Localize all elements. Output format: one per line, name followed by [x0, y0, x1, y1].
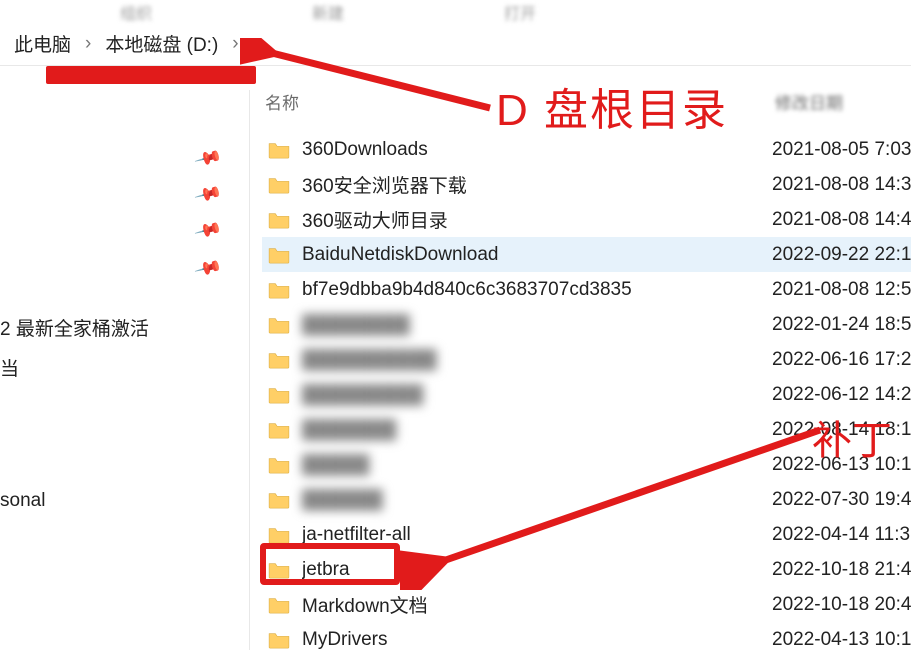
ribbon-group-open[interactable]: 打开	[504, 0, 536, 22]
file-date: 2022-04-14 11:3	[772, 524, 910, 546]
breadcrumb-drive-d[interactable]: 本地磁盘 (D:)	[97, 26, 226, 61]
file-date: 2022-09-22 22:1	[772, 244, 911, 266]
file-date: 2022-06-12 14:2	[772, 384, 911, 406]
pin-icon: 📌	[193, 254, 223, 283]
navigation-pane[interactable]: 📌 📌 📌 📌 2 最新全家桶激活 当 sonal	[0, 90, 250, 650]
table-row[interactable]: █████2022-06-13 10:1	[262, 447, 911, 482]
folder-icon	[268, 456, 290, 474]
file-list[interactable]: 360Downloads2021-08-05 7:03360安全浏览器下载202…	[262, 132, 911, 657]
file-date: 2022-10-18 21:4	[772, 559, 911, 581]
folder-icon	[268, 631, 290, 649]
folder-icon	[268, 351, 290, 369]
folder-icon	[268, 141, 290, 159]
table-row[interactable]: Markdown文档2022-10-18 20:4	[262, 587, 911, 622]
table-row[interactable]: 360安全浏览器下载2021-08-08 14:3	[262, 167, 911, 202]
table-row[interactable]: ██████████2022-06-16 17:2	[262, 342, 911, 377]
file-date: 2022-06-16 17:2	[772, 349, 911, 371]
annotation-redaction-bar	[46, 66, 256, 84]
file-name: ████████	[302, 314, 772, 336]
file-name: ja-netfilter-all	[302, 524, 772, 546]
file-date: 2021-08-08 14:4	[772, 209, 911, 231]
folder-icon	[268, 561, 290, 579]
file-date: 2021-08-08 14:3	[772, 174, 911, 196]
breadcrumb-this-pc[interactable]: 此电脑	[6, 26, 79, 61]
file-name: █████	[302, 454, 772, 476]
file-date: 2022-08-14 18:1	[772, 419, 911, 441]
table-row[interactable]: MyDrivers2022-04-13 10:1	[262, 622, 911, 657]
file-date: 2022-01-24 18:5	[772, 314, 911, 336]
file-name: █████████	[302, 384, 772, 406]
folder-icon	[268, 421, 290, 439]
file-date: 2022-10-18 20:4	[772, 594, 911, 616]
file-name: MyDrivers	[302, 629, 772, 651]
table-row[interactable]: bf7e9dbba9b4d840c6c3683707cd38352021-08-…	[262, 272, 911, 307]
folder-icon	[268, 316, 290, 334]
pin-icon: 📌	[193, 180, 223, 209]
column-header-name[interactable]: 名称	[265, 89, 775, 114]
table-row[interactable]: █████████2022-06-12 14:2	[262, 377, 911, 412]
sidebar-item[interactable]: 2 最新全家桶激活	[0, 314, 149, 341]
pin-icon: 📌	[193, 216, 223, 245]
file-name: 360Downloads	[302, 139, 772, 161]
folder-icon	[268, 281, 290, 299]
table-row[interactable]: 360驱动大师目录2021-08-08 14:4	[262, 202, 911, 237]
file-name: Markdown文档	[302, 591, 772, 618]
file-name: ██████	[302, 489, 772, 511]
column-header-date[interactable]: 修改日期	[775, 89, 905, 114]
ribbon-bar: 组织 新建 打开	[0, 0, 911, 22]
table-row[interactable]: ████████2022-01-24 18:5	[262, 307, 911, 342]
ribbon-group-new[interactable]: 新建	[312, 0, 344, 22]
file-date: 2022-07-30 19:4	[772, 489, 911, 511]
table-row[interactable]: 360Downloads2021-08-05 7:03	[262, 132, 911, 167]
file-name: ██████████	[302, 349, 772, 371]
folder-icon	[268, 491, 290, 509]
folder-icon	[268, 386, 290, 404]
chevron-right-icon: ›	[226, 33, 244, 55]
file-date: 2022-06-13 10:1	[772, 454, 911, 476]
breadcrumb[interactable]: 此电脑 › 本地磁盘 (D:) ›	[0, 22, 911, 66]
sidebar-item[interactable]: sonal	[0, 490, 45, 512]
table-row[interactable]: ███████2022-08-14 18:1	[262, 412, 911, 447]
file-name: bf7e9dbba9b4d840c6c3683707cd3835	[302, 279, 772, 301]
sidebar-item[interactable]: 当	[0, 354, 19, 381]
file-date: 2021-08-08 12:5	[772, 279, 911, 301]
file-date: 2022-04-13 10:1	[772, 629, 911, 651]
chevron-right-icon: ›	[79, 33, 97, 55]
folder-icon	[268, 176, 290, 194]
quick-access: 📌 📌 📌 📌	[0, 90, 249, 290]
file-name: ███████	[302, 419, 772, 441]
file-name: 360驱动大师目录	[302, 206, 772, 233]
table-row[interactable]: BaiduNetdiskDownload2022-09-22 22:1	[262, 237, 911, 272]
file-name: BaiduNetdiskDownload	[302, 244, 772, 266]
folder-icon	[268, 596, 290, 614]
table-row[interactable]: jetbra2022-10-18 21:4	[262, 552, 911, 587]
file-date: 2021-08-05 7:03	[772, 139, 911, 161]
pin-icon: 📌	[193, 144, 223, 173]
table-row[interactable]: ja-netfilter-all2022-04-14 11:3	[262, 517, 911, 552]
ribbon-group-organize[interactable]: 组织	[120, 0, 152, 22]
file-name: jetbra	[302, 559, 772, 581]
folder-icon	[268, 211, 290, 229]
folder-icon	[268, 526, 290, 544]
column-headers[interactable]: 名称 修改日期	[265, 86, 905, 116]
folder-icon	[268, 246, 290, 264]
file-name: 360安全浏览器下载	[302, 171, 772, 198]
table-row[interactable]: ██████2022-07-30 19:4	[262, 482, 911, 517]
